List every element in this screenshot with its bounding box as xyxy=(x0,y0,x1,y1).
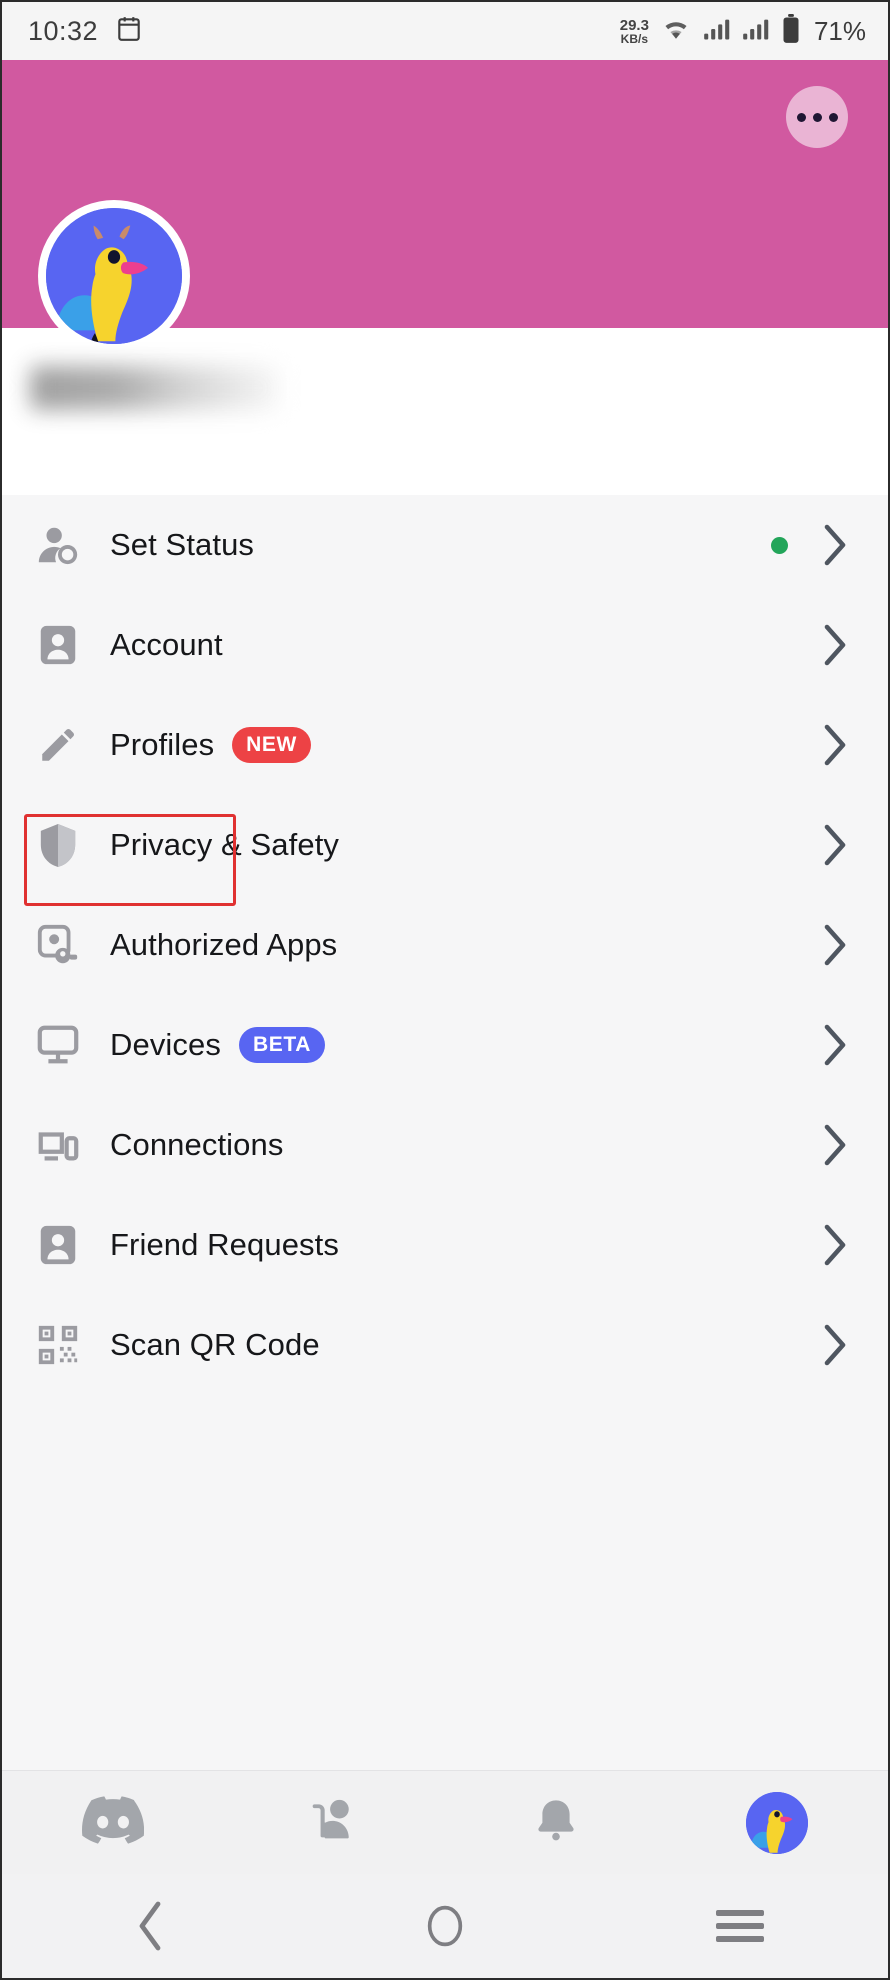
home-circle-icon[interactable] xyxy=(297,1903,592,1949)
settings-row-set-status[interactable]: Set Status xyxy=(2,495,888,595)
qr-code-icon xyxy=(32,1319,84,1371)
chevron-right-icon[interactable] xyxy=(822,623,848,667)
authorized-apps-icon xyxy=(32,919,84,971)
calendar-icon xyxy=(116,15,142,48)
bottom-tab-bar[interactable] xyxy=(2,1770,888,1874)
tab-avatar-artwork xyxy=(746,1791,809,1854)
recents-menu-icon[interactable] xyxy=(593,1903,888,1949)
settings-row-profiles[interactable]: Profiles NEW xyxy=(2,695,888,795)
cellular-signal-icon-2 xyxy=(742,16,770,47)
chevron-right-icon[interactable] xyxy=(822,1123,848,1167)
settings-row-right xyxy=(822,1323,848,1367)
settings-row-label: Connections xyxy=(110,1127,284,1162)
settings-row-right xyxy=(822,723,848,767)
chevron-right-icon[interactable] xyxy=(822,823,848,867)
settings-row-label: Set Status xyxy=(110,527,255,562)
dot-2 xyxy=(812,112,822,122)
profile-header xyxy=(2,200,888,495)
menu-line-3 xyxy=(716,1936,765,1942)
network-speed-indicator: 29.3 KB/s xyxy=(620,18,649,45)
discord-logo-icon xyxy=(81,1796,144,1849)
person-status-icon xyxy=(32,519,84,571)
settings-row-label: Scan QR Code xyxy=(110,1327,320,1362)
settings-row-right xyxy=(771,523,848,567)
devices-connections-icon xyxy=(32,1119,84,1171)
tab-you[interactable] xyxy=(667,1791,889,1854)
android-nav-bar[interactable] xyxy=(2,1874,888,1978)
menu-line-2 xyxy=(716,1923,765,1929)
settings-row-connections[interactable]: Connections xyxy=(2,1095,888,1195)
network-speed-value: 29.3 xyxy=(619,16,649,34)
settings-row-label: Privacy & Safety xyxy=(110,827,340,862)
person-card-icon xyxy=(32,1219,84,1271)
settings-row-authorized-apps[interactable]: Authorized Apps xyxy=(2,895,888,995)
avatar[interactable] xyxy=(38,200,190,352)
tab-servers[interactable] xyxy=(2,1796,224,1849)
status-bar-clock: 10:32 xyxy=(28,15,99,46)
chevron-right-icon[interactable] xyxy=(822,723,848,767)
wifi-icon xyxy=(660,16,692,47)
status-bar-right: 29.3 KB/s 71% xyxy=(620,13,866,49)
status-badge-new: NEW xyxy=(232,727,311,763)
pencil-icon xyxy=(32,719,84,771)
user-avatar-icon xyxy=(746,1791,809,1854)
battery-icon xyxy=(781,13,801,49)
settings-row-right xyxy=(822,1023,848,1067)
status-badge-online xyxy=(771,536,788,554)
account-card-icon xyxy=(32,619,84,671)
settings-row-label: Friend Requests xyxy=(110,1227,339,1262)
settings-row-privacy-safety[interactable]: Privacy & Safety xyxy=(2,795,888,895)
avatar-image xyxy=(46,208,182,344)
back-chevron-icon[interactable] xyxy=(2,1900,297,1952)
network-speed-unit: KB/s xyxy=(620,31,649,46)
chevron-right-icon[interactable] xyxy=(822,523,848,567)
settings-row-right xyxy=(822,923,848,967)
settings-row-label: Profiles xyxy=(110,727,215,762)
settings-row-friend-requests[interactable]: Friend Requests xyxy=(2,1195,888,1295)
settings-row-right xyxy=(822,623,848,667)
chevron-right-icon[interactable] xyxy=(822,923,848,967)
settings-row-scan-qr-code[interactable]: Scan QR Code xyxy=(2,1295,888,1395)
menu-line-1 xyxy=(716,1910,765,1916)
friends-icon xyxy=(306,1794,362,1851)
tab-notifications[interactable] xyxy=(445,1794,667,1851)
dot-3 xyxy=(828,112,838,122)
bell-icon xyxy=(532,1794,580,1851)
settings-row-right xyxy=(822,1223,848,1267)
chevron-right-icon[interactable] xyxy=(822,1323,848,1367)
battery-percent: 71% xyxy=(813,15,866,46)
status-badge-beta: BETA xyxy=(238,1027,325,1063)
status-bar: 10:32 29.3 KB/s 71% xyxy=(2,2,888,60)
overflow-menu-button[interactable] xyxy=(786,86,848,148)
avatar-artwork xyxy=(46,208,182,344)
settings-row-right xyxy=(822,1123,848,1167)
settings-row-label: Account xyxy=(110,627,223,662)
shield-icon xyxy=(32,819,84,871)
settings-row-account[interactable]: Account xyxy=(2,595,888,695)
settings-list[interactable]: Set Status Account Profiles NEW Privacy … xyxy=(2,495,888,1770)
tab-friends[interactable] xyxy=(224,1794,446,1851)
status-bar-left: 10:32 xyxy=(28,15,142,48)
chevron-right-icon[interactable] xyxy=(822,1023,848,1067)
chevron-right-icon[interactable] xyxy=(822,1223,848,1267)
cellular-signal-icon xyxy=(703,16,731,47)
settings-row-devices[interactable]: Devices BETA xyxy=(2,995,888,1095)
monitor-icon xyxy=(32,1019,84,1071)
username-redacted xyxy=(30,366,278,410)
dot-1 xyxy=(796,112,806,122)
settings-row-right xyxy=(822,823,848,867)
settings-row-label: Devices xyxy=(110,1027,221,1062)
settings-row-label: Authorized Apps xyxy=(110,927,338,962)
